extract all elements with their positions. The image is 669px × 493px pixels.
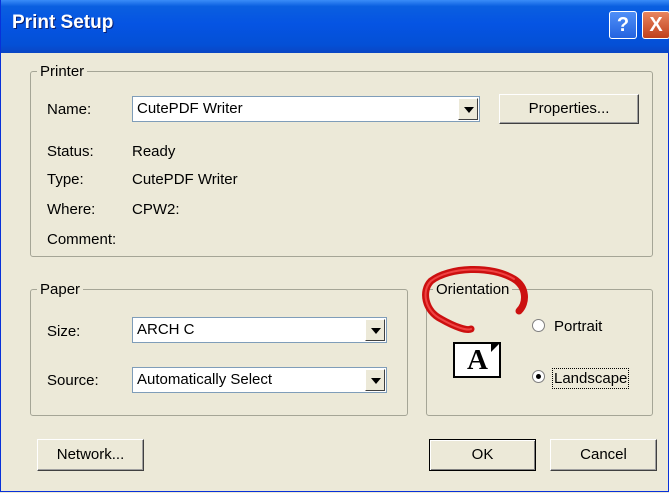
paper-size-select[interactable]: ARCH C <box>132 317 387 343</box>
close-icon[interactable]: X <box>642 11 669 39</box>
printer-name-select[interactable]: CutePDF Writer <box>132 96 480 122</box>
chevron-down-icon[interactable] <box>365 319 385 341</box>
printer-group: Printer <box>30 63 653 257</box>
help-icon[interactable]: ? <box>609 11 637 39</box>
landscape-label[interactable]: Landscape <box>551 368 630 389</box>
window-title: Print Setup <box>12 12 114 33</box>
paper-source-value: Automatically Select <box>137 371 273 388</box>
status-value: Ready <box>132 143 176 160</box>
type-label: Type: <box>47 171 84 188</box>
name-label: Name: <box>47 101 92 118</box>
orientation-legend: Orientation <box>436 281 510 298</box>
landscape-radio[interactable] <box>532 370 545 383</box>
size-label: Size: <box>47 323 81 340</box>
paper-source-select[interactable]: Automatically Select <box>132 367 387 393</box>
chevron-down-icon[interactable] <box>365 369 385 391</box>
chevron-down-icon[interactable] <box>458 98 478 120</box>
portrait-label[interactable]: Portrait <box>554 318 602 335</box>
portrait-radio[interactable] <box>532 319 545 332</box>
paper-legend: Paper <box>40 281 81 298</box>
page-fold-icon <box>491 342 501 352</box>
cancel-button[interactable]: Cancel <box>550 439 657 471</box>
where-label: Where: <box>47 201 96 218</box>
printer-legend: Printer <box>40 63 85 80</box>
where-value: CPW2: <box>132 201 180 218</box>
network-button[interactable]: Network... <box>37 439 144 471</box>
source-label: Source: <box>47 372 99 389</box>
comment-label: Comment: <box>47 231 117 248</box>
landscape-page-icon: A <box>453 342 501 378</box>
paper-size-value: ARCH C <box>137 321 195 338</box>
page-icon-letter: A <box>467 344 488 376</box>
printer-name-value: CutePDF Writer <box>137 100 243 117</box>
status-label: Status: <box>47 143 94 160</box>
print-setup-dialog: Print Setup ? X Printer Name: CutePDF Wr… <box>0 0 669 492</box>
ok-button[interactable]: OK <box>429 439 536 471</box>
paper-group: Paper <box>30 281 408 416</box>
properties-button[interactable]: Properties... <box>499 94 639 124</box>
type-value: CutePDF Writer <box>132 171 238 188</box>
title-bar[interactable]: Print Setup ? X <box>1 0 669 53</box>
